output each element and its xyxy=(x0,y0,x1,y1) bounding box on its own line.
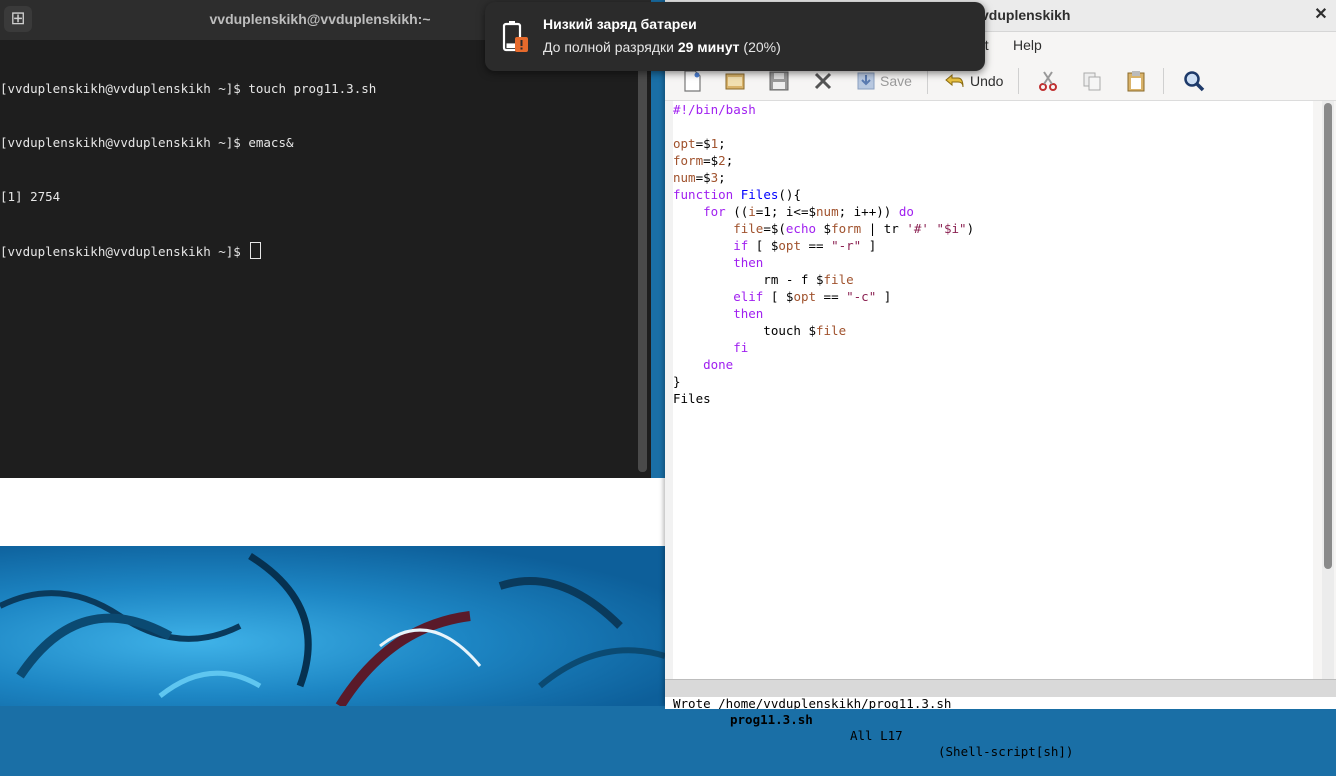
code-line: then xyxy=(733,306,764,321)
code-line: file=$(echo $form | tr '#' "$i") xyxy=(733,221,975,236)
code-area: #!/bin/bash opt=$1; form=$2; num=$3; functi… xyxy=(673,101,974,407)
terminal-prompt: [vvduplenskikh@vvduplenskikh ~]$ xyxy=(0,244,249,259)
modeline-position: All L17 xyxy=(850,728,903,743)
copy-button[interactable] xyxy=(1080,68,1104,94)
scissors-icon xyxy=(1039,71,1057,91)
save-icon xyxy=(857,72,875,90)
close-buffer-button[interactable] xyxy=(811,68,835,94)
wallpaper-art xyxy=(0,553,665,706)
terminal-cursor xyxy=(250,242,262,259)
code-line: fi xyxy=(733,340,749,355)
modeline-major-mode[interactable]: (Shell-script[sh]) xyxy=(938,744,1073,760)
undo-label: Undo xyxy=(970,73,1004,89)
terminal-output[interactable]: [vvduplenskikh@vvduplenskikh ~]$ touch p… xyxy=(0,44,636,474)
notification-time: 29 минут xyxy=(677,39,740,55)
copy-icon xyxy=(1083,72,1101,91)
echo-area: Wrote /home/vvduplenskikh/prog11.3.sh xyxy=(665,697,1336,709)
terminal-line: [1] 2754 xyxy=(0,189,61,204)
modeline-filename[interactable]: prog11.3.sh xyxy=(730,712,813,728)
desktop-wallpaper xyxy=(0,546,665,706)
code-line: form=$2; xyxy=(673,153,734,168)
save-buffer-button[interactable] xyxy=(767,68,791,94)
editor-buffer[interactable]: #!/bin/bash opt=$1; form=$2; num=$3; functi… xyxy=(673,101,1313,679)
save-button[interactable]: Save xyxy=(855,68,912,94)
code-line: then xyxy=(733,255,764,270)
left-fringe xyxy=(665,101,673,679)
terminal-scrollbar[interactable] xyxy=(638,48,647,472)
notification-body-prefix: До полной разрядки xyxy=(543,39,674,55)
terminal-scroll-thumb[interactable] xyxy=(638,48,647,472)
emacs-window[interactable]: vduplenskikh ✕ pt Help Save Undo xyxy=(665,0,1336,759)
folder-icon xyxy=(725,73,745,90)
new-file-icon xyxy=(684,70,701,92)
undo-button[interactable]: Undo xyxy=(943,68,1003,94)
save-label: Save xyxy=(880,73,912,89)
battery-low-icon xyxy=(502,21,528,52)
mode-line: U:--- prog11.3.sh All L17 (Shell-script[… xyxy=(665,679,1336,759)
emacs-title: vduplenskikh xyxy=(981,7,1071,23)
new-tab-icon[interactable]: ⊞ xyxy=(4,6,32,32)
search-icon xyxy=(1184,71,1205,92)
code-line: function Files(){ xyxy=(673,187,801,202)
terminal-line: [vvduplenskikh@vvduplenskikh ~]$ emacs& xyxy=(0,135,294,150)
notification-percent: (20%) xyxy=(743,39,781,55)
paste-button[interactable] xyxy=(1124,68,1148,94)
code-line: rm - f $file xyxy=(673,272,854,287)
battery-notification[interactable]: Низкий заряд батареи До полной разрядки … xyxy=(485,2,985,71)
code-line: } xyxy=(673,374,681,389)
search-button[interactable] xyxy=(1182,68,1206,94)
code-line: if [ $opt == "-r" ] xyxy=(733,238,877,253)
close-icon[interactable]: ✕ xyxy=(1310,4,1332,26)
open-file-button[interactable] xyxy=(723,68,747,94)
cut-button[interactable] xyxy=(1036,68,1060,94)
notification-body: До полной разрядки 29 минут (20%) xyxy=(543,39,781,55)
code-line: for ((i=1; i<=$num; i++)) do xyxy=(703,204,914,219)
disk-icon xyxy=(769,71,789,91)
code-line: #!/bin/bash xyxy=(673,102,756,117)
notification-title: Низкий заряд батареи xyxy=(543,16,697,32)
code-line: Files xyxy=(673,391,711,406)
menu-help[interactable]: Help xyxy=(1013,37,1042,53)
terminal-line: [vvduplenskikh@vvduplenskikh ~]$ touch p… xyxy=(0,81,377,96)
terminal-title: vvduplenskikh@vvduplenskikh:~ xyxy=(209,11,431,27)
undo-icon xyxy=(945,73,964,88)
terminal-window[interactable]: ⊞ vvduplenskikh@vvduplenskikh:~ [vvduple… xyxy=(0,0,651,478)
editor-scrollbar[interactable] xyxy=(1322,101,1334,679)
code-line: done xyxy=(703,357,734,372)
toolbar-separator xyxy=(927,68,928,94)
code-line: opt=$1; xyxy=(673,136,726,151)
new-file-button[interactable] xyxy=(681,68,703,94)
code-line: num=$3; xyxy=(673,170,726,185)
terminal-prompt-line: [vvduplenskikh@vvduplenskikh ~]$ xyxy=(0,242,636,260)
code-line: elif [ $opt == "-c" ] xyxy=(733,289,892,304)
background-window xyxy=(0,478,666,546)
toolbar-separator xyxy=(1163,68,1164,94)
editor-scroll-thumb[interactable] xyxy=(1324,103,1332,569)
toolbar-separator xyxy=(1018,68,1019,94)
code-line: touch $file xyxy=(673,323,847,338)
close-x-icon xyxy=(814,72,832,90)
clipboard-icon xyxy=(1127,71,1145,92)
